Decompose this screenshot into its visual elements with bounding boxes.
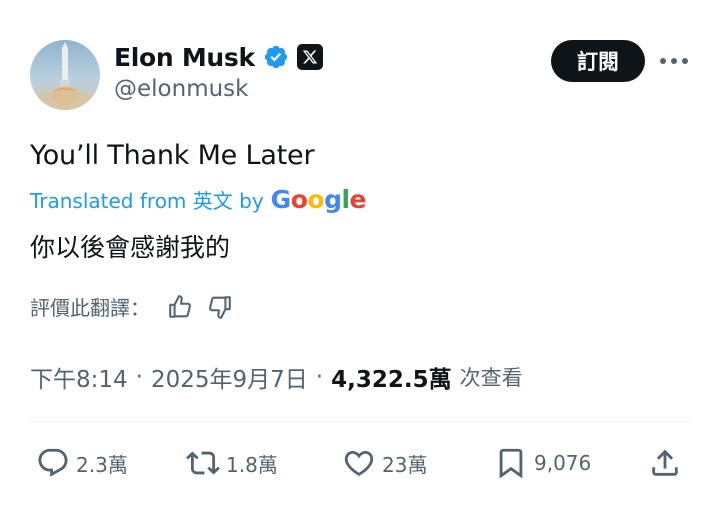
author-name-row: Elon Musk — [114, 38, 323, 76]
like-button[interactable]: 23萬 — [342, 440, 427, 486]
google-logo: Google — [270, 185, 367, 214]
verified-badge-icon[interactable] — [263, 44, 289, 70]
x-affiliate-icon[interactable] — [296, 44, 323, 70]
thumbs-up-icon[interactable] — [166, 293, 194, 321]
like-count: 23萬 — [382, 452, 428, 477]
meta-separator: · — [135, 364, 143, 390]
repost-icon — [186, 451, 220, 475]
views-count[interactable]: 4,322.5萬 — [331, 360, 452, 394]
author-handle[interactable]: @elonmusk — [114, 76, 248, 102]
bookmark-icon — [499, 448, 523, 479]
translated-from-label: Translated from 英文 by — [30, 189, 264, 213]
reply-icon — [38, 448, 68, 477]
repost-button[interactable]: 1.8萬 — [186, 440, 278, 486]
more-options-icon[interactable] — [657, 44, 691, 78]
rate-translation-label: 評價此翻譯： — [30, 296, 150, 320]
meta-separator: · — [315, 364, 324, 390]
tweet-text: You’ll Thank Me Later — [30, 140, 315, 171]
divider — [30, 421, 690, 422]
author-name[interactable]: Elon Musk — [114, 43, 255, 72]
translated-text: 你以後會感謝我的 — [30, 233, 231, 262]
rocket-launch-image — [35, 42, 95, 110]
subscribe-button[interactable]: 訂閱 — [551, 40, 645, 82]
tweet-date[interactable]: 2025年9月7日 — [151, 360, 308, 394]
x-logo-icon — [302, 50, 318, 64]
repost-count: 1.8萬 — [226, 452, 278, 477]
bookmark-count: 9,076 — [534, 451, 592, 475]
bookmark-button[interactable]: 9,076 — [494, 440, 591, 486]
translation-attribution: Translated from 英文 by Google — [30, 185, 367, 214]
rate-translation-row: 評價此翻譯： — [30, 292, 234, 321]
avatar[interactable] — [30, 40, 100, 110]
action-bar: 2.3萬 1.8萬 23萬 9,076 — [30, 440, 690, 486]
heart-icon — [344, 450, 374, 476]
reply-count: 2.3萬 — [76, 452, 128, 477]
thumbs-down-icon[interactable] — [206, 293, 234, 321]
tweet-time[interactable]: 下午8:14 — [30, 360, 128, 394]
views-label: 次查看 — [459, 366, 523, 390]
share-button[interactable] — [648, 440, 682, 486]
tweet-meta: 下午8:14 · 2025年9月7日 · 4,322.5萬 次查看 — [30, 360, 523, 394]
reply-button[interactable]: 2.3萬 — [36, 440, 128, 486]
share-icon — [652, 449, 678, 476]
